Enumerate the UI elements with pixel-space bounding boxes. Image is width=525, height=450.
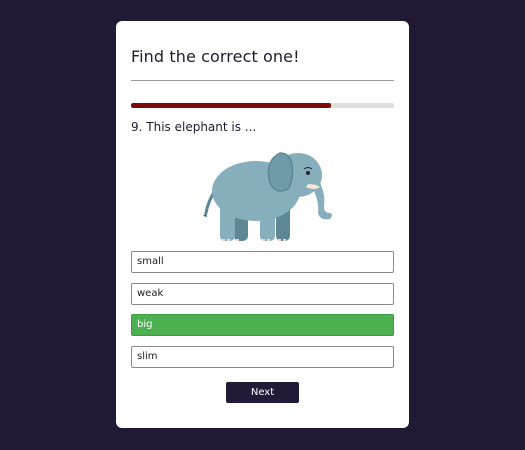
next-button[interactable]: Next bbox=[226, 382, 299, 403]
elephant-icon bbox=[203, 152, 332, 241]
option-small[interactable]: small bbox=[131, 251, 394, 273]
progress-fill bbox=[131, 103, 331, 108]
question-text: 9. This elephant is ... bbox=[131, 120, 257, 134]
elephant-image bbox=[200, 139, 340, 247]
answer-options: small weak big slim bbox=[131, 251, 394, 377]
option-slim[interactable]: slim bbox=[131, 345, 394, 368]
option-weak[interactable]: weak bbox=[131, 282, 394, 305]
option-big[interactable]: big bbox=[131, 314, 394, 336]
quiz-card: Find the correct one! 9. This elephant i… bbox=[116, 21, 409, 428]
quiz-title: Find the correct one! bbox=[131, 47, 300, 66]
title-divider bbox=[131, 80, 394, 81]
progress-bar bbox=[131, 103, 394, 108]
